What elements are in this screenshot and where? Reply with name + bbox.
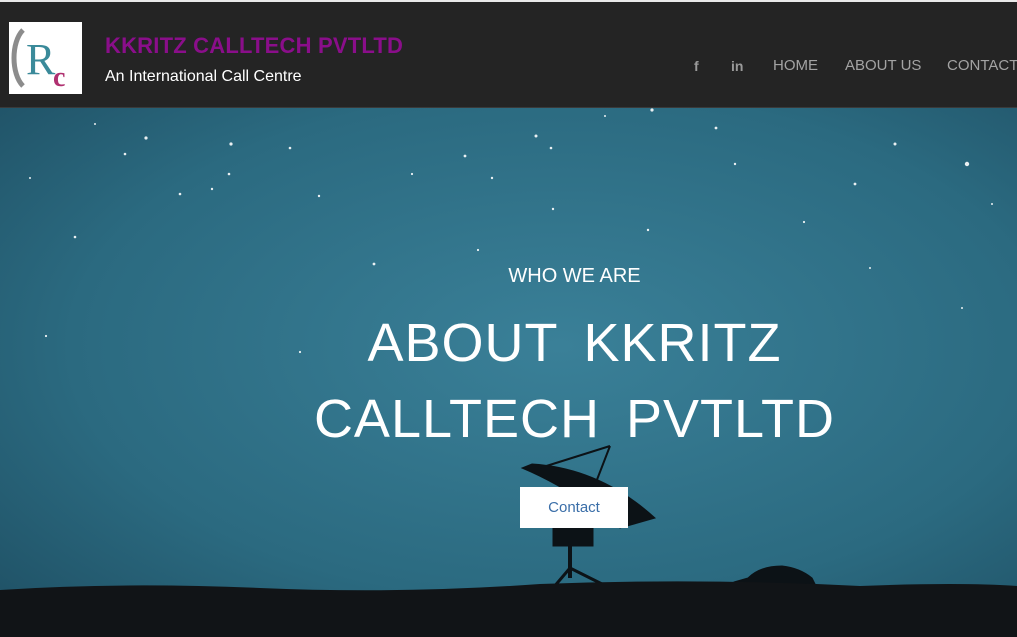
nav-contact[interactable]: CONTACT xyxy=(947,57,1017,74)
main-nav: f in HOME ABOUT US CONTACT xyxy=(0,2,1017,108)
hero-kicker: WHO WE ARE xyxy=(508,265,641,287)
nav-home[interactable]: HOME xyxy=(773,57,818,74)
contact-button[interactable]: Contact xyxy=(520,487,628,528)
site-header: R c KKRITZ CALLTECH PVTLTD An Internatio… xyxy=(0,2,1017,108)
hero-title-line-2: CALLTECH PVTLTD xyxy=(313,389,836,449)
linkedin-icon[interactable]: in xyxy=(731,58,743,74)
nav-about-us[interactable]: ABOUT US xyxy=(845,57,921,74)
hero-title-line-1: ABOUT KKRITZ xyxy=(367,313,782,373)
facebook-icon[interactable]: f xyxy=(694,58,699,74)
hero-section: WHO WE ARE ABOUT KKRITZ CALLTECH PVTLTD … xyxy=(0,108,1017,637)
